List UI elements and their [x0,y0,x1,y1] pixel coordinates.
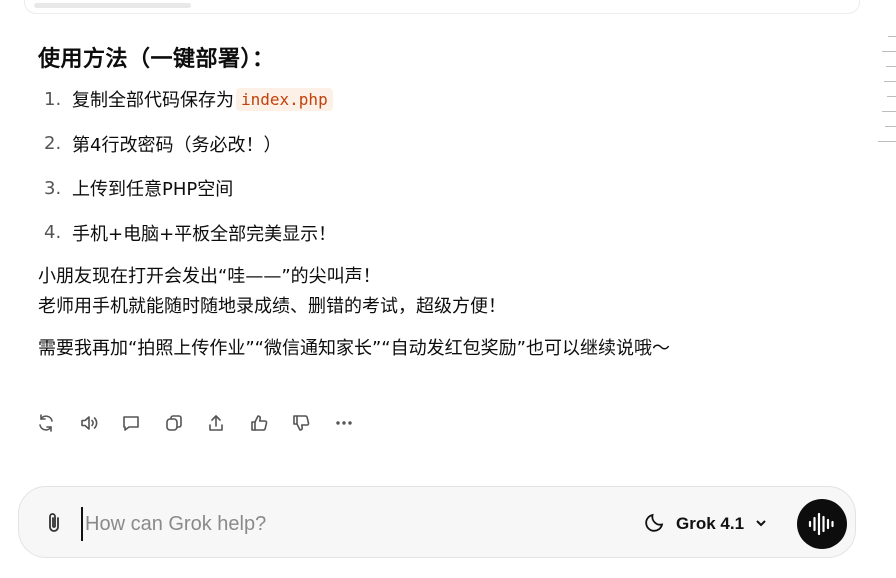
prompt-input[interactable] [81,507,587,541]
model-name: Grok 4.1 [676,514,745,533]
regenerate-button[interactable] [36,410,79,436]
share-button[interactable] [206,410,249,436]
thumbs-up-icon [250,415,267,431]
paragraph: 老师用手机就能随时随地录成绩、删错的考试，超级方便！ [38,296,506,317]
list-item-text: 上传到任意PHP空间 [72,179,234,200]
paperclip-icon [49,513,59,532]
steps-list: 1. 复制全部代码保存为 index.php 2. 第4行改密码（务必改！） 3… [38,84,858,248]
assistant-message: 使用方法（一键部署）： 1. 复制全部代码保存为 index.php 2. 第4… [38,44,858,364]
attach-button[interactable] [43,511,65,535]
list-item: 4. 手机+电脑+平板全部完美显示！ [38,218,858,248]
more-options-button[interactable] [334,410,377,436]
list-item-text: 手机+电脑+平板全部完美显示！ [72,223,337,245]
voice-waveform-icon [808,512,834,536]
thumbs-down-button[interactable] [291,410,334,436]
read-aloud-icon [80,416,97,430]
more-icon [335,421,352,425]
list-item: 1. 复制全部代码保存为 index.php [38,84,858,114]
thumbs-down-icon [293,415,310,431]
copy-icon [165,415,182,431]
code-scrollbar[interactable] [34,3,191,8]
voice-mode-button[interactable] [797,499,847,549]
thumbs-up-button[interactable] [249,410,292,436]
list-item-text: 复制全部代码保存为 [72,90,234,111]
model-selector[interactable]: Grok 4.1 [644,511,768,537]
comment-icon [123,416,139,431]
regenerate-icon [39,414,53,432]
moon-icon [644,511,666,537]
inline-code: index.php [236,87,333,111]
chevron-down-icon [754,515,768,534]
section-heading: 使用方法（一键部署）： [38,47,275,72]
list-number: 3. [44,177,62,199]
list-number: 2. [44,133,62,154]
list-number: 4. [44,222,62,243]
paragraph: 需要我再加“拍照上传作业”“微信通知家长”“自动发红包奖励”也可以继续说哦～ [38,338,670,359]
chat-composer: Grok 4.1 [18,486,856,558]
list-number: 1. [44,88,62,110]
list-item: 2. 第4行改密码（务必改！） [38,129,858,159]
list-item: 3. 上传到任意PHP空间 [38,173,858,203]
message-actions [36,410,376,436]
comment-button[interactable] [121,410,164,436]
list-item-text: 第4行改密码（务必改！） [72,134,282,156]
paragraph: 小朋友现在打开会发出“哇——”的尖叫声！ [38,266,381,287]
conversation-minimap[interactable] [878,36,896,156]
share-icon [209,415,223,431]
read-aloud-button[interactable] [79,410,122,436]
copy-button[interactable] [164,410,207,436]
